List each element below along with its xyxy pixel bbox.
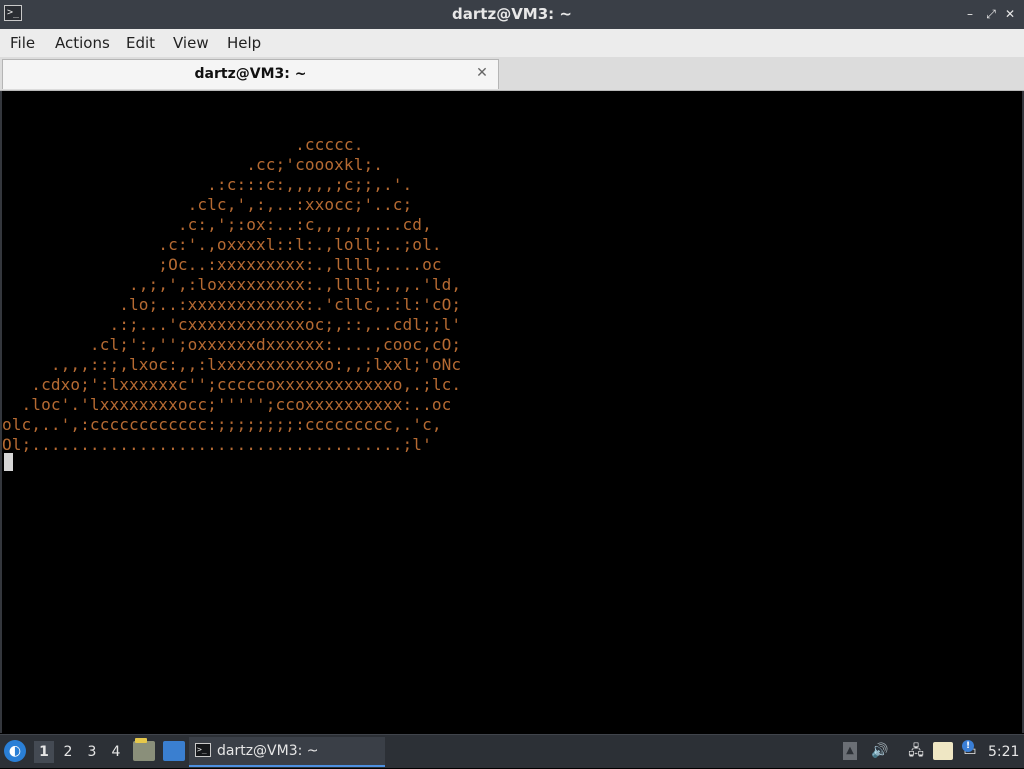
tray-expand-icon[interactable]: ▲ [843, 742, 857, 760]
workspace-1[interactable]: 1 [34, 741, 54, 763]
menu-view[interactable]: View [171, 29, 211, 57]
clipboard-icon[interactable] [933, 742, 953, 760]
menu-help[interactable]: Help [225, 29, 263, 57]
taskbar: ◐ 1 2 3 4 >_ dartz@VM3: ~ ▲ 🔊 🖧 ▭ ! 5:21 [0, 734, 1024, 768]
maximize-button[interactable]: ⤢ [983, 6, 999, 22]
tab-close-icon[interactable]: ✕ [474, 65, 490, 81]
window-titlebar[interactable]: >_ dartz@VM3: ~ – ⤢ ✕ [0, 0, 1024, 29]
menu-edit[interactable]: Edit [124, 29, 157, 57]
close-button[interactable]: ✕ [1002, 6, 1018, 22]
terminal-cursor [4, 453, 13, 471]
show-desktop-icon[interactable] [163, 741, 185, 761]
menu-file[interactable]: File [8, 29, 37, 57]
minimize-button[interactable]: – [962, 6, 978, 22]
taskbar-terminal-label: dartz@VM3: ~ [217, 743, 319, 759]
menu-bar: File Actions Edit View Help [0, 29, 1024, 57]
terminal-task-icon: >_ [195, 743, 211, 757]
taskbar-terminal-button[interactable]: >_ dartz@VM3: ~ [189, 737, 385, 767]
tab-terminal[interactable]: dartz@VM3: ~ ✕ [2, 59, 499, 89]
terminal-output: .ccccc. .cc;'coooxkl;. .:c:::c:,,,,,;c;;… [2, 135, 462, 454]
workspace-2[interactable]: 2 [58, 741, 78, 763]
start-menu-icon[interactable]: ◐ [4, 740, 26, 762]
tab-label: dartz@VM3: ~ [194, 66, 307, 82]
file-manager-icon[interactable] [133, 738, 155, 761]
tab-bar: dartz@VM3: ~ ✕ [0, 57, 1024, 91]
volume-icon[interactable]: 🔊 [871, 742, 889, 760]
network-icon[interactable]: 🖧 [907, 742, 925, 760]
workspace-4[interactable]: 4 [106, 741, 126, 763]
clock[interactable]: 5:21 [988, 735, 1019, 769]
window-title: dartz@VM3: ~ [452, 5, 572, 23]
menu-actions[interactable]: Actions [53, 29, 112, 57]
update-badge: ! [962, 740, 974, 752]
terminal-view[interactable]: .ccccc. .cc;'coooxkl;. .:c:::c:,,,,,;c;;… [0, 91, 1024, 733]
workspace-3[interactable]: 3 [82, 741, 102, 763]
